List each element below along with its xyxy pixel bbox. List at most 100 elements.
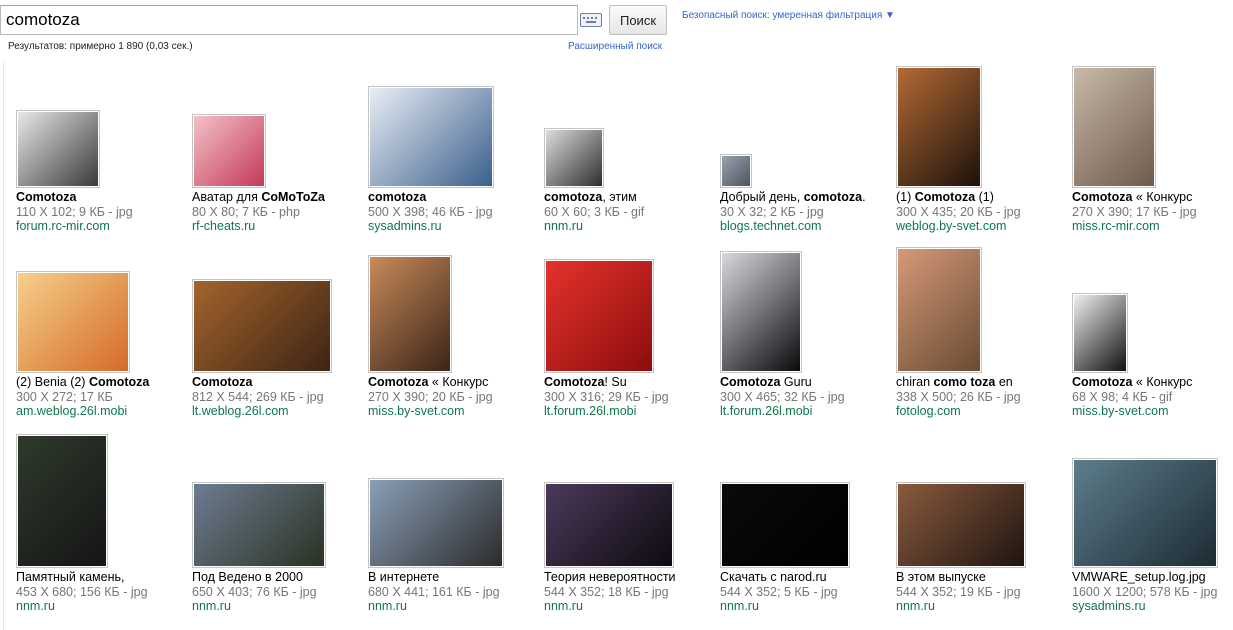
thumbnail-image	[1074, 68, 1154, 186]
result-title[interactable]: chiran como toza en	[896, 375, 1076, 390]
safe-search-link[interactable]: Безопасный поиск: умеренная фильтрация ▼	[682, 10, 895, 21]
result-meta: 812 X 544; 269 КБ - jpg	[192, 389, 324, 404]
result-domain[interactable]: blogs.technet.com	[720, 219, 900, 234]
thumbnail-image	[370, 480, 502, 566]
keyboard-icon	[580, 13, 602, 27]
result-thumbnail[interactable]	[192, 482, 326, 568]
result-thumbnail[interactable]	[368, 86, 494, 188]
result-domain[interactable]: nnm.ru	[368, 599, 548, 614]
result-thumbnail[interactable]	[1072, 293, 1128, 373]
result-meta: 30 X 32; 2 КБ - jpg	[720, 204, 824, 219]
result-domain[interactable]: miss.rc-mir.com	[1072, 219, 1233, 234]
result-thumbnail[interactable]	[1072, 458, 1218, 568]
result-meta: 300 X 465; 32 КБ - jpg	[720, 389, 845, 404]
result-domain[interactable]: am.weblog.26l.mobi	[16, 404, 196, 419]
advanced-search-link[interactable]: Расширенный поиск	[568, 41, 662, 52]
result-thumbnail[interactable]	[368, 255, 452, 373]
result-title[interactable]: (1) Comotoza (1)	[896, 190, 1076, 205]
result-domain[interactable]: nnm.ru	[896, 599, 1076, 614]
result-title[interactable]: В этом выпуске	[896, 570, 1076, 585]
result-title[interactable]: Comotoza « Конкурс	[1072, 375, 1233, 390]
search-box[interactable]	[0, 5, 578, 35]
result-domain[interactable]: lt.forum.26l.mobi	[544, 404, 724, 419]
left-divider	[3, 62, 4, 630]
result-title[interactable]: (2) Benia (2) Comotoza	[16, 375, 196, 390]
result-thumbnail[interactable]	[16, 434, 108, 568]
result-thumbnail[interactable]	[368, 478, 504, 568]
result-thumbnail[interactable]	[720, 251, 802, 373]
result-domain[interactable]: miss.by-svet.com	[1072, 404, 1233, 419]
result-domain[interactable]: sysadmins.ru	[368, 219, 548, 234]
result-caption: Comotoza « Конкурс 68 X 98; 4 КБ - gif mis…	[1072, 375, 1233, 419]
result-meta: 544 X 352; 18 КБ - jpg	[544, 584, 669, 599]
result-title[interactable]: В интернете	[368, 570, 548, 585]
result-domain[interactable]: forum.rc-mir.com	[16, 219, 196, 234]
result-title[interactable]: Добрый день, comotoza.	[720, 190, 900, 205]
virtual-keyboard-button[interactable]	[578, 8, 604, 32]
search-button[interactable]: Поиск	[609, 5, 667, 35]
result-thumbnail[interactable]	[1072, 66, 1156, 188]
result-caption: Аватар для CoMoToZa 80 X 80; 7 КБ - php rf…	[192, 190, 372, 234]
thumbnail-image	[1074, 295, 1126, 371]
title-suffix: (1)	[975, 190, 994, 204]
result-domain[interactable]: nnm.ru	[544, 599, 724, 614]
result-title[interactable]: comotoza	[368, 190, 548, 205]
result-title[interactable]: VMWARE_setup.log.jpg	[1072, 570, 1233, 585]
result-title[interactable]: Comotoza	[192, 375, 372, 390]
result-thumbnail[interactable]	[192, 114, 266, 188]
result-meta: 60 X 60; 3 КБ - gif	[544, 204, 645, 219]
result-thumbnail[interactable]	[544, 482, 674, 568]
result-domain[interactable]: miss.by-svet.com	[368, 404, 548, 419]
thumbnail-image	[194, 281, 330, 371]
result-caption: В этом выпуске 544 X 352; 19 КБ - jpg nnm.…	[896, 570, 1076, 614]
result-domain[interactable]: lt.weblog.26l.com	[192, 404, 372, 419]
result-domain[interactable]: nnm.ru	[16, 599, 196, 614]
result-domain[interactable]: nnm.ru	[544, 219, 724, 234]
title-prefix: (1)	[896, 190, 915, 204]
result-title[interactable]: Comotoza	[16, 190, 196, 205]
result-title[interactable]: Comotoza « Конкурс	[368, 375, 548, 390]
title-highlight: Comotoza	[368, 375, 429, 389]
result-title[interactable]: comotoza, этим	[544, 190, 724, 205]
result-thumbnail[interactable]	[192, 279, 332, 373]
result-domain[interactable]: sysadmins.ru	[1072, 599, 1233, 614]
result-title[interactable]: Аватар для CoMoToZa	[192, 190, 372, 205]
result-thumbnail[interactable]	[16, 110, 100, 188]
result-title[interactable]: Теория невероятности	[544, 570, 724, 585]
result-title[interactable]: Comotoza Guru	[720, 375, 900, 390]
result-caption: chiran como toza en 338 X 500; 26 КБ - jp…	[896, 375, 1076, 419]
result-caption: (2) Benia (2) Comotoza 300 X 272; 17 КБ am…	[16, 375, 196, 419]
results-stats: Результатов: примерно 1 890 (0,03 сек.)	[8, 41, 193, 52]
title-prefix: (2) Benia (2)	[16, 375, 89, 389]
result-title[interactable]: Памятный камень,	[16, 570, 196, 585]
result-title[interactable]: Comotoza « Конкурс	[1072, 190, 1233, 205]
result-thumbnail[interactable]	[720, 154, 752, 188]
result-caption: Добрый день, comotoza. 30 X 32; 2 КБ - jp…	[720, 190, 900, 234]
result-thumbnail[interactable]	[896, 247, 982, 373]
result-thumbnail[interactable]	[544, 259, 654, 373]
result-thumbnail[interactable]	[896, 66, 982, 188]
result-domain[interactable]: rf-cheats.ru	[192, 219, 372, 234]
result-domain[interactable]: lt.forum.26l.mobi	[720, 404, 900, 419]
result-title[interactable]: Comotoza! Su	[544, 375, 724, 390]
result-caption: Comotoza 812 X 544; 269 КБ - jpg lt.weblog…	[192, 375, 372, 419]
search-input[interactable]	[6, 9, 566, 31]
result-thumbnail[interactable]	[720, 482, 850, 568]
result-thumbnail[interactable]	[544, 128, 604, 188]
result-thumbnail[interactable]	[896, 482, 1026, 568]
result-domain[interactable]: nnm.ru	[192, 599, 372, 614]
result-title[interactable]: Под Ведено в 2000	[192, 570, 372, 585]
title-highlight: Comotoza	[720, 375, 781, 389]
result-title[interactable]: Скачать с narod.ru	[720, 570, 900, 585]
title-prefix: В этом выпуске	[896, 570, 986, 584]
result-caption: Comotoza Guru 300 X 465; 32 КБ - jpg lt.fo…	[720, 375, 900, 419]
result-caption: Comotoza « Конкурс 270 X 390; 17 КБ - jpg…	[1072, 190, 1233, 234]
title-highlight: CoMoToZa	[261, 190, 325, 204]
title-suffix: en	[995, 375, 1013, 389]
title-highlight: Comotoza	[16, 190, 77, 204]
result-domain[interactable]: weblog.by-svet.com	[896, 219, 1076, 234]
result-caption: Теория невероятности 544 X 352; 18 КБ - j…	[544, 570, 724, 614]
result-domain[interactable]: nnm.ru	[720, 599, 900, 614]
result-thumbnail[interactable]	[16, 271, 130, 373]
result-domain[interactable]: fotolog.com	[896, 404, 1076, 419]
